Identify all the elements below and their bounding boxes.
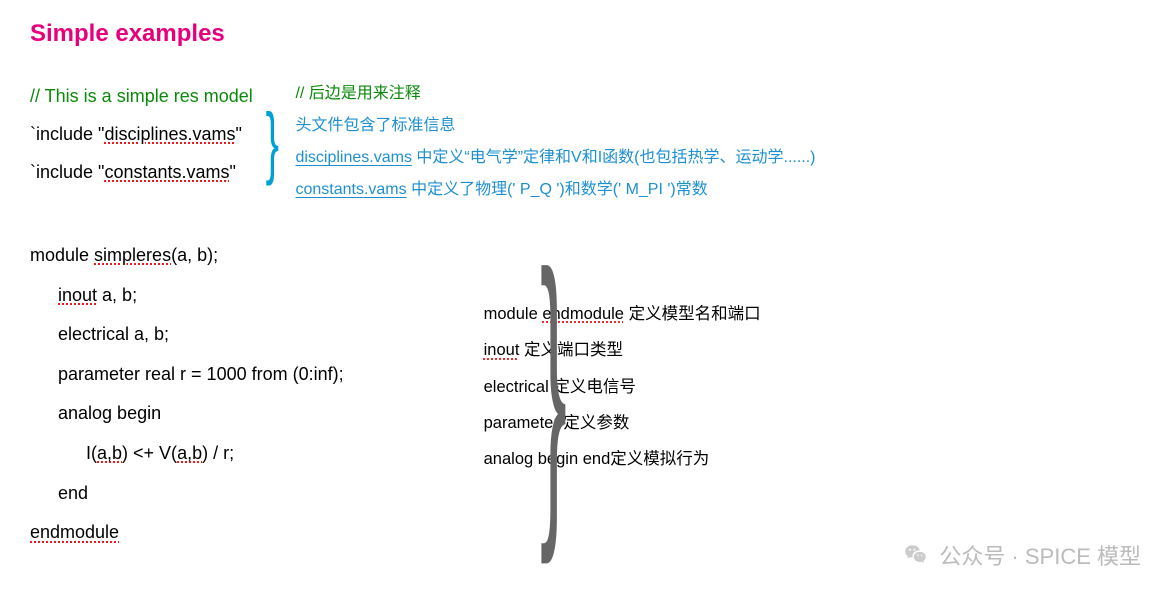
modargs: (a, b);: [171, 245, 218, 265]
code-line2: inout a, b;: [30, 276, 344, 316]
a2l1a: module: [484, 305, 543, 323]
code-include2: `include "constants.vams": [30, 154, 253, 192]
inc1-file: disciplines.vams: [104, 124, 235, 144]
inc1-prefix: `include ": [30, 124, 104, 144]
l6c: ) <+ V(: [122, 443, 177, 463]
inc2-suffix: ": [230, 162, 236, 182]
inc1-suffix: ": [235, 124, 241, 144]
code-includes: // This is a simple res model `include "…: [30, 78, 253, 191]
annotation-module: module endmodule 定义模型名和端口 inout 定义端口类型 e…: [484, 296, 761, 477]
brace2-icon: }: [540, 226, 567, 546]
code-line6: I(a,b) <+ V(a,b) / r;: [30, 434, 344, 474]
annotation-includes: // 后边是用来注释 头文件包含了标准信息 disciplines.vams 中…: [295, 78, 815, 206]
watermark: 公众号 · SPICE 模型: [903, 539, 1141, 571]
anno2-line2: inout 定义端口类型: [484, 332, 761, 368]
inout-args: a, b;: [97, 285, 137, 305]
modname: simpleres: [94, 245, 171, 265]
watermark-text: 公众号 · SPICE 模型: [939, 539, 1141, 571]
inc2-prefix: `include ": [30, 162, 104, 182]
anno1-line3: disciplines.vams 中定义“电气学”定律和V和I函数(也包括热学、…: [295, 142, 815, 174]
l6e: ) / r;: [202, 443, 234, 463]
anno1-line1: // 后边是用来注释: [295, 78, 815, 110]
section-module: module simpleres(a, b); inout a, b; elec…: [30, 236, 1139, 553]
anno2-line4: parameter 定义参数: [484, 405, 761, 441]
code-line3: electrical a, b;: [30, 315, 344, 355]
l6b: a,b: [97, 443, 122, 463]
anno1-line2: 头文件包含了标准信息: [295, 110, 815, 142]
code-line7: end: [30, 474, 344, 514]
anno1-text3: 中定义“电气学”定律和V和I函数(也包括热学、运动学......): [412, 149, 816, 166]
kw-inout: inout: [58, 285, 97, 305]
anno1-text4: 中定义了物理(' P_Q ')和数学(' M_PI ')常数: [407, 181, 708, 198]
wechat-icon: [903, 542, 929, 568]
anno2-line3: electrical 定义电信号: [484, 369, 761, 405]
code-module: module simpleres(a, b); inout a, b; elec…: [30, 236, 344, 553]
anno1-line4: constants.vams 中定义了物理(' P_Q ')和数学(' M_PI…: [295, 174, 815, 206]
l6a: I(: [86, 443, 97, 463]
code-include1: `include "disciplines.vams": [30, 116, 253, 154]
brace-icon: }: [265, 102, 278, 182]
section-includes: // This is a simple res model `include "…: [30, 78, 1139, 206]
slide-title: Simple examples: [30, 20, 1139, 48]
l6d: a,b: [177, 443, 202, 463]
inc2-file: constants.vams: [104, 162, 229, 182]
a2l2a: inout: [484, 341, 520, 359]
anno1-file1: disciplines.vams: [295, 149, 411, 166]
anno1-file2: constants.vams: [295, 181, 406, 198]
a2l1c: 定义模型名和端口: [624, 305, 761, 323]
anno2-line1: module endmodule 定义模型名和端口: [484, 296, 761, 332]
code-line4: parameter real r = 1000 from (0:inf);: [30, 355, 344, 395]
code-line1: module simpleres(a, b);: [30, 236, 344, 276]
anno2-line5: analog begin end定义模拟行为: [484, 441, 761, 477]
a2l2b: 定义端口类型: [519, 341, 623, 359]
kw-module: module: [30, 245, 94, 265]
code-line8: endmodule: [30, 513, 119, 553]
code-comment: // This is a simple res model: [30, 78, 253, 116]
code-line5: analog begin: [30, 394, 344, 434]
